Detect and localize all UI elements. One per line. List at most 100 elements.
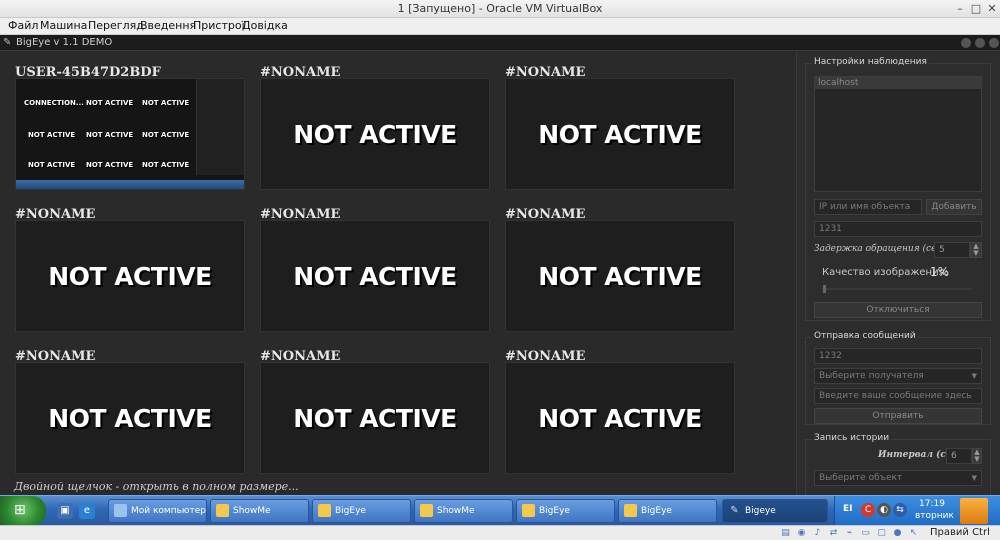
windows-logo-icon: ⊞ (14, 502, 26, 518)
monitor-cell[interactable]: #NONAME NOT ACTIVE (15, 349, 247, 479)
monitor-cell[interactable]: #NONAME NOT ACTIVE (260, 65, 492, 195)
menu-machine[interactable]: Машина (40, 19, 87, 32)
taskbar-item[interactable]: BigEye (618, 499, 717, 523)
recipient-select[interactable]: Выберите получателя ▼ (814, 368, 982, 384)
menu-help[interactable]: Довідка (242, 19, 288, 32)
remote-screen[interactable]: NOT ACTIVE (505, 78, 735, 190)
folder-icon (522, 504, 535, 517)
taskbar-item[interactable]: ShowMe (210, 499, 309, 523)
preview-side-panel (196, 79, 244, 175)
audio-icon[interactable]: ♪ (812, 528, 823, 539)
taskbar-item[interactable]: BigEye (516, 499, 615, 523)
ip-input[interactable]: IP или имя объекта (814, 199, 922, 215)
taskbar-item[interactable]: ShowMe (414, 499, 513, 523)
monitor-cell[interactable]: #NONAME NOT ACTIVE (505, 349, 737, 479)
app-minimize-icon[interactable] (961, 38, 971, 48)
menu-view[interactable]: Перегляд (88, 19, 144, 32)
monitor-cell[interactable]: #NONAME NOT ACTIVE (15, 207, 247, 337)
taskbar-item[interactable]: BigEye (312, 499, 411, 523)
preview-label: CONNECTION... (24, 99, 84, 107)
taskbar-item-label: BigEye (335, 506, 366, 516)
remote-screen[interactable]: NOT ACTIVE (505, 220, 735, 332)
hosts-list[interactable]: localhost (814, 76, 982, 192)
recording-icon[interactable]: ● (892, 528, 903, 539)
status-text: NOT ACTIVE (48, 403, 212, 433)
message-input[interactable]: Введите ваше сообщение здесь (814, 388, 982, 404)
quality-value: 1% (930, 265, 950, 279)
monitor-cell[interactable]: #NONAME NOT ACTIVE (505, 207, 737, 337)
network-icon[interactable]: ⇆ (893, 503, 907, 517)
spin-arrows-icon[interactable]: ▲ ▼ (972, 448, 982, 464)
display-icon[interactable]: ▢ (876, 528, 887, 539)
tray-app-icon[interactable]: ◐ (877, 503, 891, 517)
antivirus-icon[interactable]: C (861, 503, 875, 517)
quality-slider[interactable] (822, 285, 972, 293)
usb-icon[interactable]: ⌁ (844, 528, 855, 539)
show-desktop-icon[interactable]: ▣ (57, 503, 73, 519)
folder-icon (318, 504, 331, 517)
vbox-titlebar: 1 [Запущено] - Oracle VM VirtualBox – □ … (0, 0, 1000, 18)
delay-spinbox[interactable]: 5 (934, 242, 970, 258)
remote-screen[interactable]: NOT ACTIVE (260, 78, 490, 190)
status-text: NOT ACTIVE (293, 261, 457, 291)
remote-screen-preview[interactable]: CONNECTION... NOT ACTIVE NOT ACTIVE NOT … (15, 78, 245, 190)
hard-disk-icon[interactable]: ▤ (780, 528, 791, 539)
taskbar-item[interactable]: Мой компьютер (108, 499, 207, 523)
preview-label: NOT ACTIVE (28, 131, 76, 139)
remote-screen[interactable]: NOT ACTIVE (15, 362, 245, 474)
disconnect-button[interactable]: Отключиться (814, 302, 982, 318)
monitor-cell[interactable]: #NONAME NOT ACTIVE (260, 349, 492, 479)
maximize-icon[interactable]: □ (969, 2, 983, 16)
start-button[interactable]: ⊞ (0, 496, 46, 526)
monitoring-settings-group: Настройки наблюдения localhost IP или им… (805, 57, 991, 321)
preview-label: NOT ACTIVE (86, 131, 134, 139)
network-adapter-icon[interactable]: ⇄ (828, 528, 839, 539)
mouse-integration-icon[interactable]: ↖ (908, 528, 919, 539)
folder-icon (420, 504, 433, 517)
interval-spinbox[interactable]: 6 (946, 448, 972, 464)
host-key-indicator: Правий Ctrl (930, 527, 990, 538)
monitor-cell[interactable]: #NONAME NOT ACTIVE (260, 207, 492, 337)
status-text: NOT ACTIVE (293, 119, 457, 149)
shared-folders-icon[interactable]: ▭ (860, 528, 871, 539)
clock-time[interactable]: 17:19 (919, 499, 945, 509)
clock-day: вторник (915, 511, 954, 521)
computer-icon (114, 504, 127, 517)
quality-slider-thumb[interactable] (823, 285, 826, 293)
remote-screen[interactable]: NOT ACTIVE (15, 220, 245, 332)
app-close-icon[interactable] (989, 38, 999, 48)
port-input[interactable]: 1231 (814, 221, 982, 237)
app-maximize-icon[interactable] (975, 38, 985, 48)
menu-devices[interactable]: Пристрої (193, 19, 245, 32)
delay-label: Задержка обращения (сек): (814, 244, 949, 254)
app-title: BigEye v 1.1 DEMO (16, 37, 113, 48)
spin-arrows-icon[interactable]: ▲ ▼ (970, 242, 982, 258)
minimize-icon[interactable]: – (953, 2, 967, 16)
remote-screen[interactable]: NOT ACTIVE (505, 362, 735, 474)
add-button[interactable]: Добавить (926, 199, 982, 215)
hosts-list-item[interactable]: localhost (815, 77, 981, 89)
taskbar-item-active[interactable]: ✎ Bigeye (722, 499, 828, 523)
settings-panel: Настройки наблюдения localhost IP или им… (796, 51, 1000, 495)
recipient-placeholder: Выберите получателя (819, 371, 924, 381)
remote-screen[interactable]: NOT ACTIVE (260, 220, 490, 332)
language-indicator[interactable]: EI (843, 504, 853, 514)
object-select[interactable]: Выберите объект ▼ (814, 470, 982, 486)
taskbar-item-label: Мой компьютер (131, 506, 206, 516)
close-icon[interactable]: ✕ (985, 2, 999, 16)
taskbar-item-label: ShowMe (437, 506, 475, 516)
monitor-cell[interactable]: USER-45B47D2BDF CONNECTION... NOT ACTIVE… (15, 65, 247, 195)
internet-explorer-icon[interactable]: e (79, 503, 95, 519)
menu-input[interactable]: Введення (140, 19, 196, 32)
monitor-cell[interactable]: #NONAME NOT ACTIVE (505, 65, 737, 195)
desktop-folder-icon[interactable] (960, 498, 988, 524)
optical-drive-icon[interactable]: ◉ (796, 528, 807, 539)
window-title: 1 [Запущено] - Oracle VM VirtualBox (397, 2, 603, 15)
menu-file[interactable]: Файл (8, 19, 38, 32)
preview-label: NOT ACTIVE (142, 99, 190, 107)
message-port-input[interactable]: 1232 (814, 348, 982, 364)
send-button[interactable]: Отправить (814, 408, 982, 424)
chevron-down-icon: ▼ (971, 372, 977, 380)
remote-screen[interactable]: NOT ACTIVE (260, 362, 490, 474)
double-click-hint: Двойной щелчок - открыть в полном размер… (14, 480, 299, 493)
